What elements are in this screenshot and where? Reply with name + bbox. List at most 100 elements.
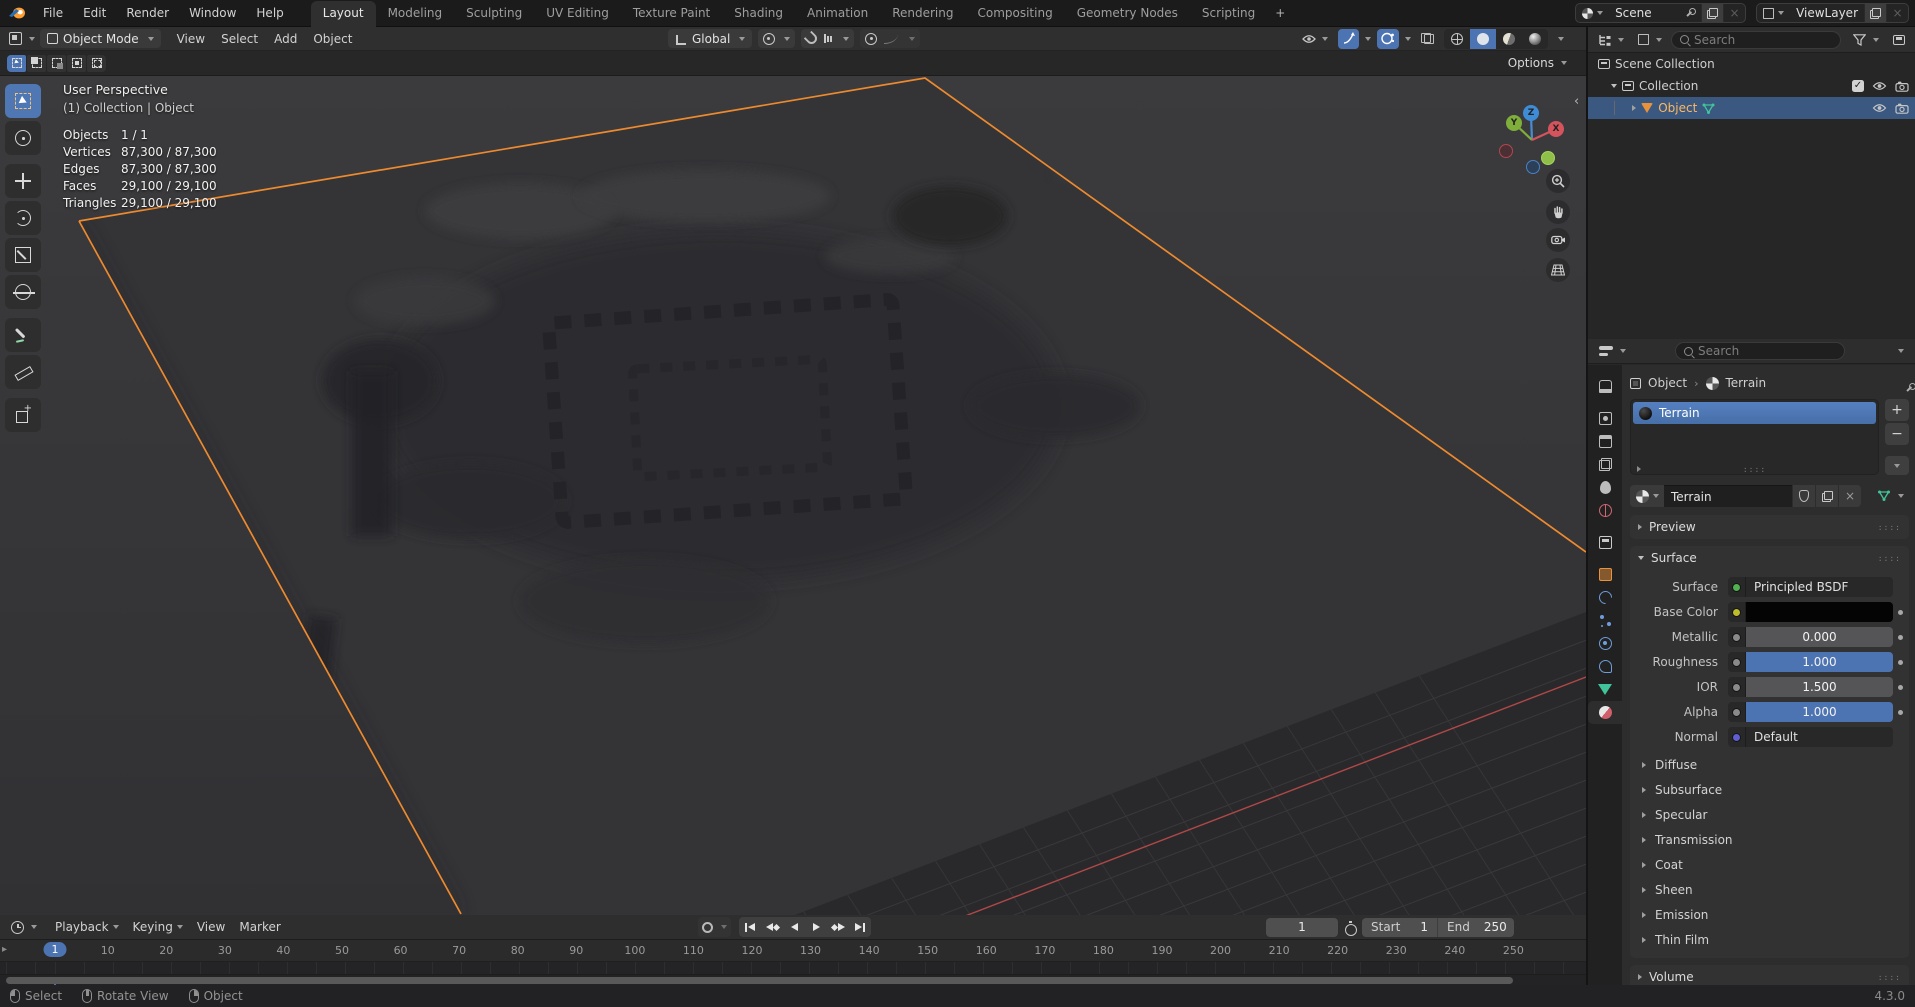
select-mode-intersect-button[interactable] bbox=[87, 55, 106, 72]
tab-world-properties[interactable] bbox=[1588, 499, 1622, 522]
next-keyframe-button[interactable] bbox=[827, 917, 849, 937]
gizmo-x-axis[interactable]: X bbox=[1548, 121, 1564, 137]
previous-keyframe-button[interactable] bbox=[761, 917, 783, 937]
list-resize-grip[interactable]: :::: bbox=[1743, 465, 1766, 474]
outliner-filter-button[interactable] bbox=[1848, 32, 1884, 48]
workspace-tab-scripting[interactable]: Scripting bbox=[1190, 1, 1267, 27]
subpanel-diffuse[interactable]: Diffuse bbox=[1632, 752, 1907, 777]
current-frame-field[interactable]: 1 bbox=[1266, 918, 1338, 937]
move-tool[interactable] bbox=[5, 164, 41, 198]
workspace-tab-modeling[interactable]: Modeling bbox=[376, 1, 455, 27]
shading-material-button[interactable] bbox=[1496, 29, 1522, 49]
tab-modifiers-properties[interactable] bbox=[1588, 586, 1622, 609]
outliner-filter-display-button[interactable] bbox=[1633, 32, 1667, 47]
jump-to-start-button[interactable] bbox=[739, 917, 761, 937]
menu-window[interactable]: Window bbox=[180, 4, 245, 22]
menu-render[interactable]: Render bbox=[117, 4, 178, 22]
outliner-search[interactable] bbox=[1671, 31, 1841, 49]
material-name-field[interactable]: Terrain bbox=[1664, 485, 1792, 507]
outliner-row-scene-collection[interactable]: Scene Collection bbox=[1588, 53, 1915, 75]
collection-render-camera-icon[interactable] bbox=[1895, 81, 1909, 92]
gizmo-x-neg-axis[interactable] bbox=[1499, 144, 1513, 158]
snap-settings[interactable] bbox=[801, 29, 854, 48]
camera-view-button[interactable] bbox=[1546, 228, 1570, 252]
breadcrumb-material[interactable]: Terrain bbox=[1726, 376, 1767, 390]
rotate-tool[interactable] bbox=[5, 201, 41, 235]
outliner-row-object[interactable]: │ Object bbox=[1588, 97, 1915, 119]
timeline-ruler[interactable]: ▸ 1 102030405060708090100110120130140150… bbox=[0, 940, 1586, 962]
channel-collapse-arrow[interactable]: ▸ bbox=[2, 944, 7, 955]
tab-view-layer-properties[interactable] bbox=[1588, 453, 1622, 476]
select-mode-invert-button[interactable] bbox=[67, 55, 86, 72]
properties-editor-type-button[interactable] bbox=[1594, 343, 1631, 359]
tab-physics-properties[interactable] bbox=[1588, 632, 1622, 655]
preview-range-icon[interactable] bbox=[1344, 921, 1356, 934]
view-layer-icon[interactable] bbox=[1757, 4, 1790, 22]
object-expand-icon[interactable] bbox=[1632, 105, 1636, 111]
subpanel-transmission[interactable]: Transmission bbox=[1632, 827, 1907, 852]
shading-wireframe-button[interactable] bbox=[1444, 29, 1470, 49]
workspace-tab-compositing[interactable]: Compositing bbox=[965, 1, 1064, 27]
proportional-editing-icon[interactable] bbox=[865, 33, 877, 45]
outliner-search-input[interactable] bbox=[1694, 33, 1832, 47]
select-mode-extend-button[interactable] bbox=[27, 55, 46, 72]
timeline-menu-marker[interactable]: Marker bbox=[232, 918, 287, 936]
base-color-socket[interactable] bbox=[1728, 602, 1746, 622]
sidebar-collapse-arrow[interactable]: ‹ bbox=[1574, 94, 1579, 109]
new-view-layer-button[interactable] bbox=[1864, 4, 1886, 22]
playhead[interactable]: 1 bbox=[44, 942, 67, 957]
show-overlays-toggle[interactable] bbox=[1377, 29, 1399, 49]
properties-search[interactable] bbox=[1675, 342, 1845, 360]
alpha-socket[interactable] bbox=[1728, 702, 1746, 722]
show-gizmos-toggle[interactable] bbox=[1338, 29, 1359, 49]
timeline-tracks[interactable] bbox=[0, 962, 1586, 975]
subpanel-sheen[interactable]: Sheen bbox=[1632, 877, 1907, 902]
unlink-scene-button[interactable]: × bbox=[1723, 4, 1745, 22]
workspace-tab-sculpting[interactable]: Sculpting bbox=[454, 1, 534, 27]
annotate-tool[interactable] bbox=[5, 318, 41, 352]
viewport-menu-add[interactable]: Add bbox=[266, 30, 305, 48]
select-mode-set-button[interactable] bbox=[7, 55, 26, 72]
ior-decorator[interactable] bbox=[1898, 685, 1903, 690]
select-mode-subtract-button[interactable] bbox=[47, 55, 66, 72]
xray-toggle[interactable] bbox=[1417, 29, 1438, 49]
tab-tool-properties[interactable] bbox=[1588, 375, 1622, 398]
tab-scene-properties[interactable] bbox=[1588, 476, 1622, 499]
material-slot-item[interactable]: Terrain bbox=[1633, 402, 1876, 424]
add-slot-button[interactable]: + bbox=[1885, 399, 1909, 421]
list-expand-icon[interactable] bbox=[1637, 466, 1641, 472]
menu-file[interactable]: File bbox=[34, 4, 72, 22]
options-button[interactable]: Options bbox=[1503, 54, 1572, 72]
blender-logo-icon[interactable] bbox=[0, 6, 34, 20]
tab-material-properties[interactable] bbox=[1588, 701, 1622, 724]
shading-options-dropdown[interactable] bbox=[1558, 37, 1564, 41]
new-collection-button[interactable] bbox=[1888, 33, 1910, 47]
measure-tool[interactable] bbox=[5, 355, 41, 389]
metallic-decorator[interactable] bbox=[1898, 635, 1903, 640]
timeline-menu-view[interactable]: View bbox=[190, 918, 232, 936]
transform-tool[interactable] bbox=[5, 275, 41, 309]
object-hide-eye-icon[interactable] bbox=[1872, 103, 1887, 113]
outliner-display-mode-button[interactable] bbox=[1593, 32, 1629, 48]
scene-icon[interactable] bbox=[1576, 4, 1609, 22]
pan-view-button[interactable] bbox=[1546, 200, 1570, 224]
menu-help[interactable]: Help bbox=[247, 4, 292, 22]
add-cube-tool[interactable] bbox=[5, 398, 41, 432]
gizmo-z-neg-axis[interactable] bbox=[1526, 160, 1540, 174]
scene-selector[interactable]: Scene × bbox=[1575, 3, 1746, 23]
subpanel-emission[interactable]: Emission bbox=[1632, 902, 1907, 927]
viewport-menu-object[interactable]: Object bbox=[305, 30, 360, 48]
new-scene-button[interactable] bbox=[1701, 4, 1723, 22]
new-material-button[interactable] bbox=[1815, 485, 1838, 507]
volume-panel-header[interactable]: Volume :::: bbox=[1630, 965, 1909, 985]
tab-output-properties[interactable] bbox=[1588, 430, 1622, 453]
remove-slot-button[interactable]: − bbox=[1885, 423, 1909, 445]
snap-target-icon[interactable] bbox=[824, 34, 832, 43]
ior-socket[interactable] bbox=[1728, 677, 1746, 697]
show-object-types-button[interactable] bbox=[1298, 29, 1332, 49]
base-color-decorator[interactable] bbox=[1898, 610, 1903, 615]
pivot-point-select[interactable] bbox=[758, 29, 795, 48]
gizmo-y-neg-axis[interactable] bbox=[1541, 151, 1555, 165]
jump-to-end-button[interactable] bbox=[849, 917, 871, 937]
collection-expand-icon[interactable] bbox=[1611, 84, 1617, 88]
